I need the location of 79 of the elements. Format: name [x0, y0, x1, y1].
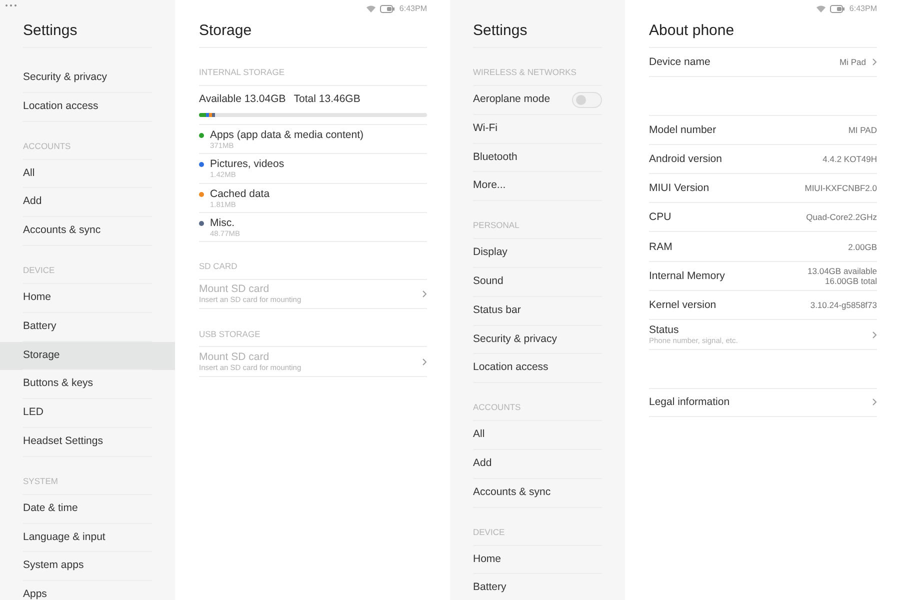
sidebar-item[interactable]: All — [450, 421, 625, 450]
section-header: SD CARD — [199, 242, 427, 280]
info-label: Model number — [649, 124, 718, 136]
page-title: Storage — [199, 16, 427, 48]
section-header: WIRELESS & NETWORKS — [473, 48, 602, 86]
sidebar-item[interactable]: Status bar — [450, 296, 625, 326]
sidebar-item[interactable]: Sound — [450, 268, 625, 297]
sidebar-item[interactable]: Apps — [0, 581, 175, 600]
sidebar-title: Settings — [23, 16, 152, 48]
wifi-icon — [366, 5, 376, 13]
setting-label: Aeroplane mode — [473, 92, 550, 108]
category-name: Misc. — [210, 216, 236, 229]
info-value: Quad-Core2.2GHz — [806, 212, 877, 222]
info-row[interactable]: Legal information — [649, 388, 877, 417]
sidebar-item[interactable]: Home — [450, 546, 625, 574]
sidebar-item[interactable]: Buttons & keys — [0, 370, 175, 400]
sidebar-item[interactable]: System apps — [0, 552, 175, 582]
overflow-menu-icon[interactable] — [5, 4, 17, 7]
sidebar-item[interactable]: Security & privacy — [450, 326, 625, 354]
info-value: MI PAD — [848, 124, 877, 135]
category-name: Apps (app data & media content) — [210, 129, 364, 141]
sidebar-item[interactable]: LED — [0, 399, 175, 428]
battery-icon — [830, 5, 846, 13]
info-label: Internal Memory — [649, 270, 726, 282]
category-name: Pictures, videos — [210, 158, 284, 170]
info-label: Device name — [649, 56, 712, 68]
info-label: Status — [649, 324, 680, 336]
sidebar-item[interactable]: Display — [450, 239, 625, 268]
info-value: 13.04GB available — [808, 266, 877, 276]
sidebar-item[interactable]: Home — [0, 284, 175, 313]
category-name: Cached data — [210, 188, 270, 200]
info-value: 2.00GB — [848, 242, 877, 252]
info-label: Legal information — [649, 396, 731, 408]
sidebar-item[interactable]: Language & input — [0, 524, 175, 552]
sidebar-item[interactable]: More... — [450, 172, 625, 202]
sidebar-item[interactable]: Wi-Fi — [450, 114, 625, 144]
sidebar-item[interactable]: Battery — [450, 574, 625, 600]
info-label: Kernel version — [649, 299, 718, 312]
sidebar-item[interactable]: Accounts & sync — [450, 478, 625, 508]
info-row[interactable]: Device name Mi Pad — [649, 48, 877, 78]
chevron-icon — [422, 290, 427, 298]
sidebar-item[interactable]: Accounts & sync — [0, 217, 175, 246]
chevron-icon — [422, 358, 427, 366]
section-header: DEVICE — [473, 508, 602, 546]
wifi-icon — [816, 5, 826, 13]
page-title: About phone — [649, 16, 877, 48]
info-label: RAM — [649, 240, 674, 253]
section-header: DEVICE — [23, 246, 152, 284]
info-value: MIUI-KXFCNBF2.0 — [804, 183, 877, 194]
sidebar-item[interactable]: Security & privacy — [0, 64, 175, 93]
available-text: Available 13.04GB — [199, 92, 286, 107]
battery-icon — [380, 5, 396, 13]
sidebar-title: Settings — [473, 16, 602, 48]
section-header: ACCOUNTS — [473, 383, 602, 422]
info-value: Mi Pad — [840, 57, 866, 68]
sidebar-item[interactable]: Location access — [0, 92, 175, 122]
sidebar-item[interactable]: Headset Settings — [0, 428, 175, 457]
sidebar-item[interactable]: Bluetooth — [450, 144, 625, 172]
status-time: 6:43PM — [399, 3, 427, 15]
sidebar-item[interactable]: All — [0, 160, 175, 188]
sidebar-item[interactable]: Add — [0, 188, 175, 218]
section-header: USB STORAGE — [199, 309, 427, 348]
sidebar-item[interactable]: Storage — [0, 342, 175, 370]
info-value: 16.00GB total — [824, 276, 877, 286]
toggle-switch[interactable] — [572, 92, 602, 108]
sidebar-item[interactable]: Date & time — [0, 494, 175, 524]
section-header: ACCOUNTS — [23, 122, 152, 160]
section-header: SYSTEM — [23, 456, 152, 495]
sidebar-item[interactable]: Location access — [450, 354, 625, 384]
total-text: Total 13.46GB — [294, 92, 360, 107]
section-header: INTERNAL STORAGE — [199, 48, 427, 86]
section-header: PERSONAL — [473, 201, 602, 240]
info-value: 3.10.24-g5858f73 — [810, 300, 877, 310]
info-label: MIUI Version — [649, 182, 710, 194]
info-value: 4.4.2 KOT49H — [822, 154, 877, 164]
info-label: Android version — [649, 152, 723, 165]
info-label: CPU — [649, 211, 672, 224]
sidebar-item[interactable]: Add — [450, 450, 625, 479]
status-time: 6:43PM — [849, 3, 877, 15]
